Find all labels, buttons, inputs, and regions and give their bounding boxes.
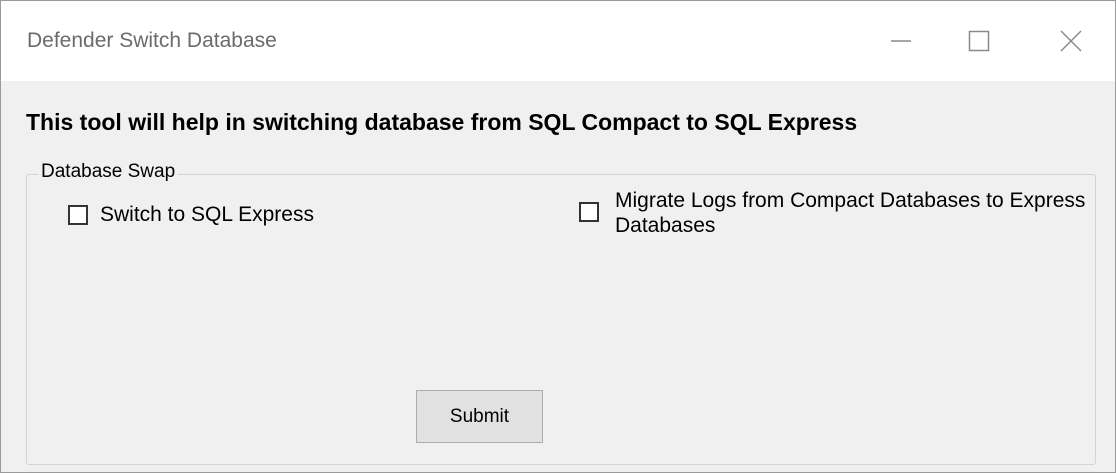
- minimize-icon: [891, 40, 911, 42]
- migrate-logs-checkbox[interactable]: [579, 202, 599, 222]
- migrate-logs-option[interactable]: Migrate Logs from Compact Databases to E…: [579, 188, 1095, 238]
- page-heading: This tool will help in switching databas…: [26, 109, 858, 135]
- submit-button[interactable]: Submit: [416, 390, 543, 443]
- minimize-button[interactable]: [871, 13, 931, 69]
- maximize-button[interactable]: [949, 13, 1009, 69]
- window-title: Defender Switch Database: [27, 29, 277, 52]
- maximize-icon: [968, 30, 990, 52]
- switch-to-sql-express-label[interactable]: Switch to SQL Express: [100, 202, 314, 227]
- migrate-logs-label[interactable]: Migrate Logs from Compact Databases to E…: [615, 188, 1095, 238]
- switch-to-sql-express-option[interactable]: Switch to SQL Express: [68, 202, 314, 227]
- switch-to-sql-express-checkbox[interactable]: [68, 205, 88, 225]
- close-button[interactable]: [1041, 13, 1101, 69]
- title-bar[interactable]: Defender Switch Database: [1, 1, 1115, 81]
- groupbox-legend: Database Swap: [38, 161, 179, 183]
- dialog-window: Defender Switch Database This tool will …: [0, 0, 1116, 473]
- close-icon: [1060, 30, 1082, 52]
